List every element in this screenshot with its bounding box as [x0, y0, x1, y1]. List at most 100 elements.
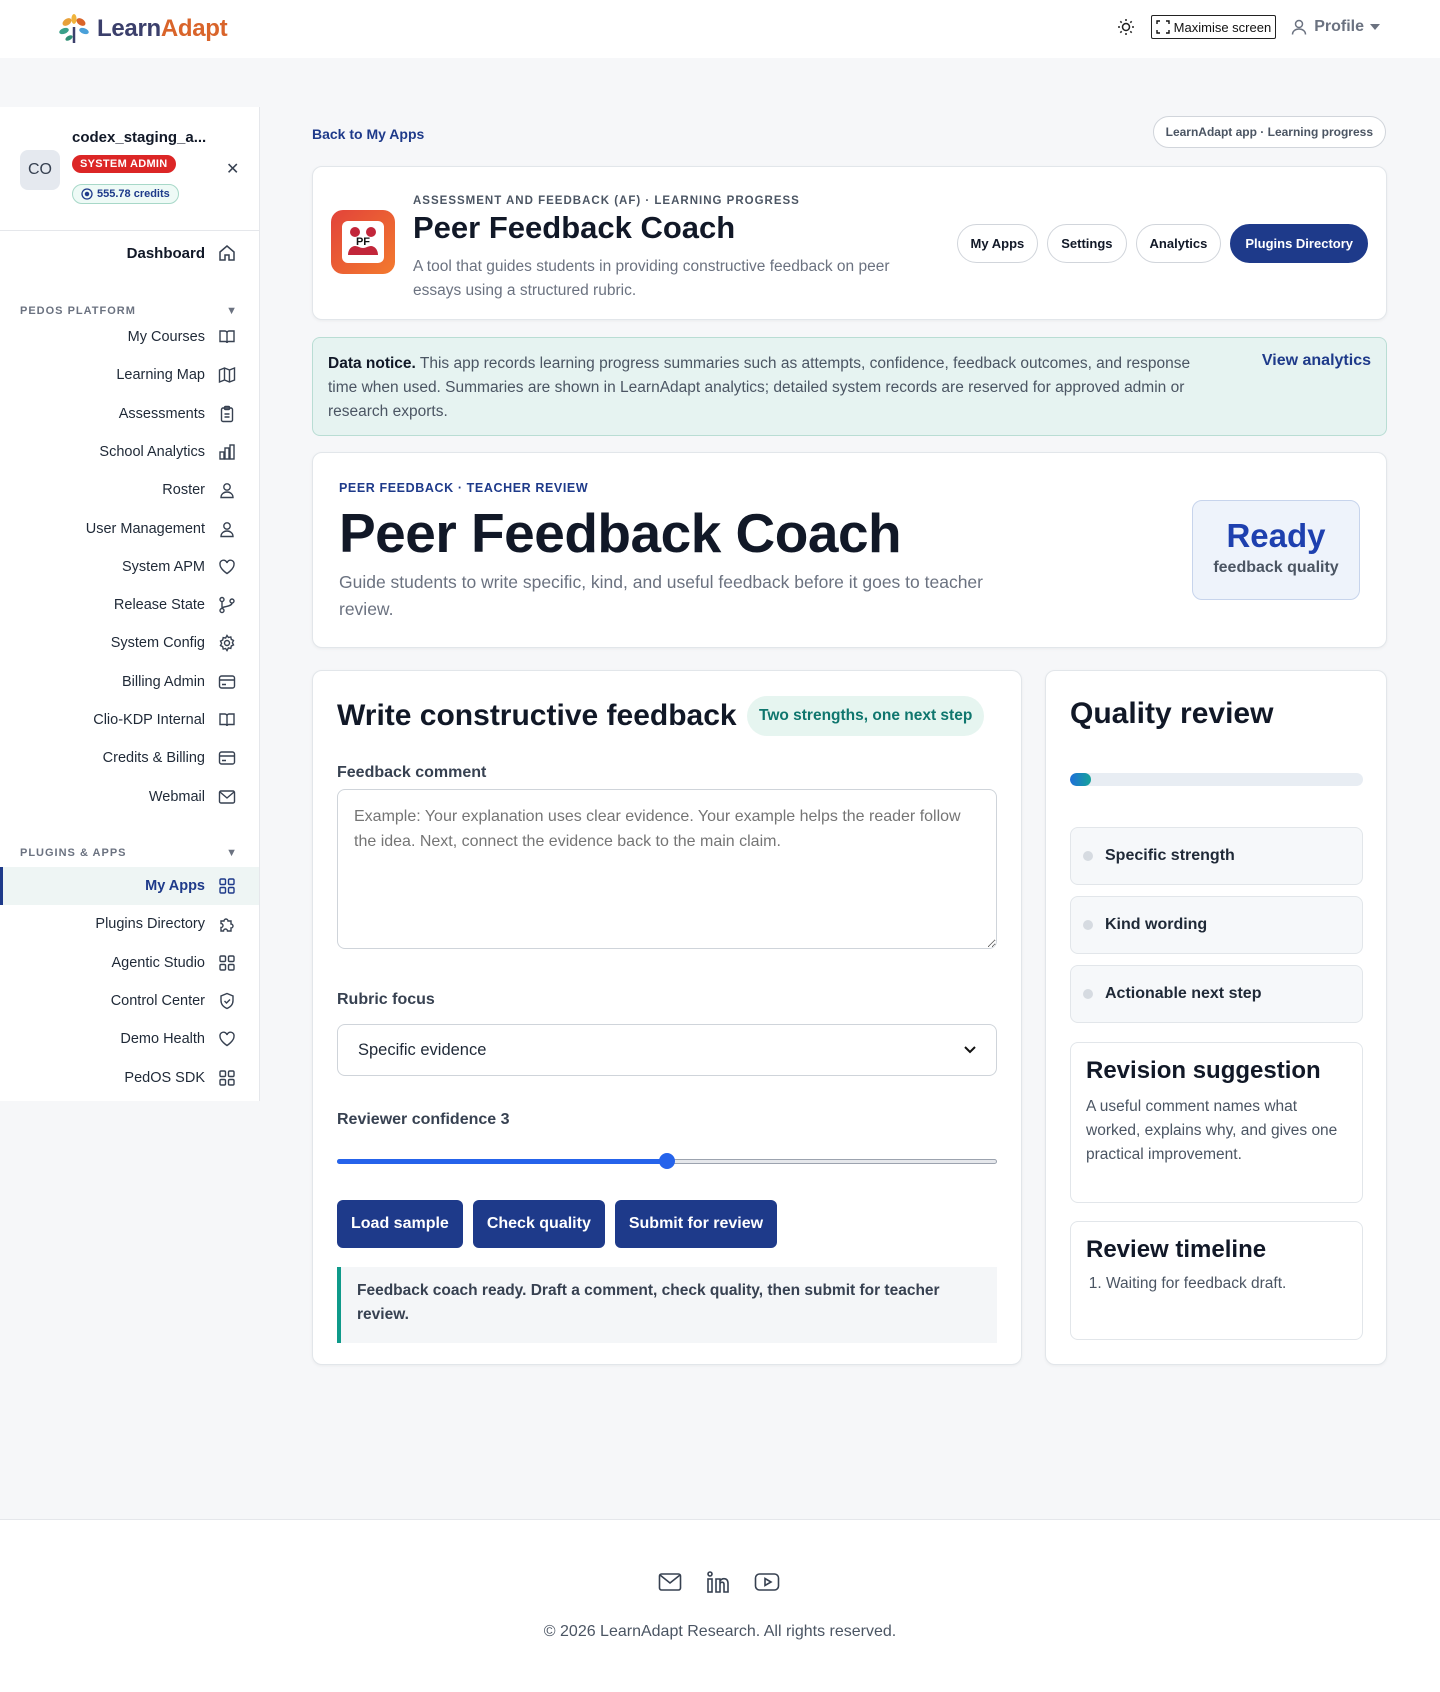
fullscreen-icon [1155, 20, 1170, 34]
credit-card-icon [217, 748, 237, 768]
form-title: Write constructive feedback [337, 699, 737, 732]
hero-card: PEER FEEDBACK · TEACHER REVIEW Peer Feed… [312, 452, 1387, 648]
reviewer-confidence-slider[interactable] [337, 1153, 997, 1169]
section-plugins-apps[interactable]: PLUGINS & APPS ▼ [20, 847, 238, 859]
back-to-my-apps-link[interactable]: Back to My Apps [312, 126, 424, 142]
sidebar-item-label: Release State [113, 597, 205, 614]
feedback-form-card: Write constructive feedback Two strength… [312, 670, 1022, 1365]
sidebar-item-control-center[interactable]: Control Center [111, 989, 237, 1013]
close-sidebar-icon[interactable]: ✕ [226, 159, 239, 179]
heart-icon [217, 1029, 237, 1049]
timeline-item: Waiting for feedback draft. [1106, 1272, 1347, 1296]
app-context-pill: LearnAdapt app · Learning progress [1152, 116, 1386, 148]
quality-progress-bar [1070, 773, 1363, 786]
quality-review-card: Quality review Specific strength Kind wo… [1045, 670, 1387, 1365]
section-pedos-platform[interactable]: PEDOS PLATFORM ▼ [20, 305, 238, 317]
brand-name: LearnAdapt [97, 15, 228, 42]
mail-icon [217, 787, 237, 807]
maximise-screen-button[interactable]: Maximise screen [1150, 15, 1277, 39]
sidebar-item-release-state[interactable]: Release State [114, 593, 237, 617]
sidebar-item-credits-and-billing[interactable]: Credits & Billing [103, 746, 237, 770]
sidebar-item-label: System Config [110, 635, 205, 652]
sidebar-item-demo-health[interactable]: Demo Health [120, 1027, 237, 1051]
shield-check-icon [217, 991, 237, 1011]
grid-icon [217, 876, 237, 896]
theme-toggle-sun-icon[interactable] [1115, 16, 1137, 38]
puzzle-icon [217, 914, 237, 934]
top-header: LearnAdapt Maximise screen Profile [0, 0, 1440, 58]
sidebar-item-dashboard[interactable]: Dashboard [127, 241, 237, 265]
page-title: Peer Feedback Coach [339, 502, 902, 564]
sidebar-item-my-courses[interactable]: My Courses [128, 325, 237, 349]
clipboard-icon [217, 404, 237, 424]
sidebar-item-label: Billing Admin [121, 673, 205, 690]
guidance-chip: Two strengths, one next step [747, 696, 985, 736]
user-name: codex_staging_a... [72, 129, 207, 146]
footer: © 2026 LearnAdapt Research. All rights r… [0, 1519, 1440, 1692]
revision-suggestion-text: A useful comment names what worked, expl… [1086, 1098, 1338, 1163]
check-label: Specific strength [1105, 847, 1235, 864]
sidebar-item-system-config[interactable]: System Config [111, 631, 237, 655]
view-analytics-link[interactable]: View analytics [1262, 352, 1371, 370]
user-icon [1291, 19, 1307, 35]
sidebar-item-agentic-studio[interactable]: Agentic Studio [111, 951, 237, 975]
caret-down-icon: ▼ [226, 847, 238, 859]
status-value: Ready [1226, 517, 1326, 554]
sidebar-item-user-management[interactable]: User Management [86, 517, 237, 541]
sidebar-item-my-apps[interactable]: My Apps [145, 874, 237, 898]
sidebar-item-label: Dashboard [126, 244, 205, 262]
feedback-comment-textarea[interactable] [337, 789, 997, 949]
sidebar-item-roster[interactable]: Roster [162, 478, 237, 502]
svg-text:PF: PF [356, 236, 370, 248]
sidebar-item-assessments[interactable]: Assessments [119, 402, 237, 426]
reviewer-confidence-label: Reviewer confidence 3 [337, 1111, 510, 1128]
users-icon [217, 480, 237, 500]
settings-button[interactable]: Settings [1047, 224, 1127, 263]
credit-card-icon [217, 672, 237, 692]
hero-eyebrow: PEER FEEDBACK · TEACHER REVIEW [339, 481, 589, 495]
brand-logo[interactable]: LearnAdapt [57, 13, 228, 45]
sidebar-item-label: Plugins Directory [95, 916, 205, 933]
sidebar-item-webmail[interactable]: Webmail [149, 785, 237, 809]
sidebar-item-plugins-directory[interactable]: Plugins Directory [95, 912, 237, 936]
load-sample-button[interactable]: Load sample [337, 1200, 463, 1248]
status-badge: Ready feedback quality [1192, 500, 1360, 600]
grid-icon [217, 1068, 237, 1088]
linkedin-icon[interactable] [706, 1570, 730, 1599]
app-header-card: PF ASSESSMENT AND FEEDBACK (AF) · LEARNI… [312, 166, 1387, 320]
status-label: feedback quality [1213, 559, 1339, 576]
chevron-down-icon [964, 1046, 976, 1054]
check-quality-button[interactable]: Check quality [472, 1200, 605, 1248]
slider-thumb[interactable] [659, 1153, 675, 1169]
rubric-focus-select[interactable]: Specific evidence [337, 1024, 997, 1076]
check-label: Kind wording [1105, 916, 1208, 933]
sidebar-item-label: System APM [122, 558, 205, 575]
user-management-icon [217, 519, 237, 539]
mail-icon[interactable] [658, 1572, 682, 1597]
check-label: Actionable next step [1105, 985, 1262, 1002]
copyright: © 2026 LearnAdapt Research. All rights r… [543, 1623, 897, 1640]
youtube-icon[interactable] [754, 1572, 780, 1597]
check-actionable-next-step: Actionable next step [1070, 965, 1363, 1023]
analytics-button[interactable]: Analytics [1135, 224, 1222, 263]
sidebar-item-system-apm[interactable]: System APM [122, 555, 237, 579]
sidebar-item-billing-admin[interactable]: Billing Admin [122, 670, 237, 694]
home-icon [217, 243, 237, 263]
sidebar-item-label: PedOS SDK [124, 1069, 205, 1086]
my-apps-button[interactable]: My Apps [956, 224, 1039, 263]
submit-for-review-button[interactable]: Submit for review [614, 1200, 778, 1248]
app-title: Peer Feedback Coach [413, 210, 736, 245]
sidebar-item-label: My Apps [145, 878, 205, 894]
coin-icon [81, 188, 93, 200]
plugins-directory-button[interactable]: Plugins Directory [1230, 224, 1368, 263]
caret-down-icon [1370, 24, 1380, 30]
sidebar-item-learning-map[interactable]: Learning Map [116, 363, 237, 387]
sidebar-item-school-analytics[interactable]: School Analytics [99, 440, 237, 464]
notice-lead: Data notice. [328, 355, 416, 372]
progress-fill [1070, 773, 1091, 786]
profile-menu[interactable]: Profile [1290, 18, 1380, 36]
sidebar-item-pedos-sdk[interactable]: PedOS SDK [124, 1066, 237, 1090]
sidebar-item-clio-kdp-internal[interactable]: Clio-KDP Internal [93, 708, 237, 732]
notice-text: Data notice. This app records learning p… [328, 352, 1208, 424]
grid-icon [217, 953, 237, 973]
